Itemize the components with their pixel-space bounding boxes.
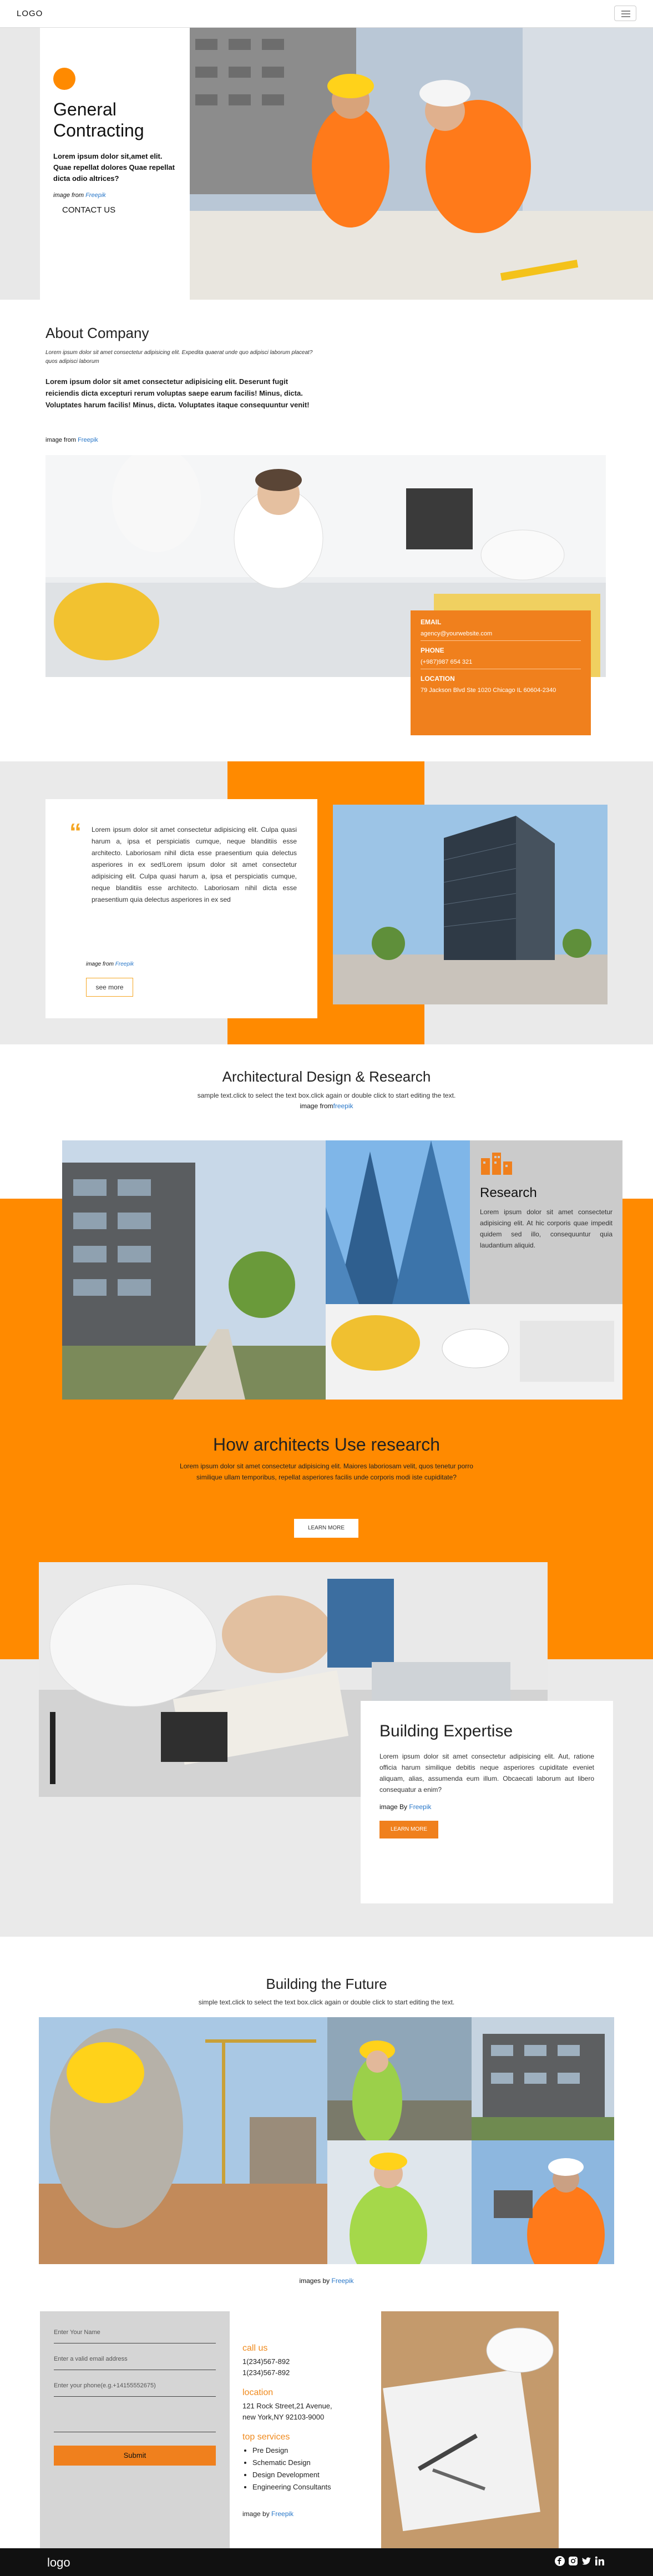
hero-title: General Contracting <box>53 99 144 140</box>
blueprint-tools-photo <box>381 2311 559 2550</box>
service-item: Engineering Consultants <box>252 2481 376 2493</box>
service-item: Pre Design <box>252 2444 376 2457</box>
phone-field[interactable]: Enter your phone(e.g.+14155552675) <box>54 2370 216 2397</box>
learn-more-button[interactable]: LEARN MORE <box>294 1519 358 1538</box>
hamburger-menu-icon[interactable] <box>614 6 636 21</box>
how-text: Lorem ipsum dolor sit amet consectetur a… <box>180 1462 473 1481</box>
glass-towers-photo <box>326 1140 470 1304</box>
phone-number-1[interactable]: 1(234)567-892 <box>242 2357 376 2367</box>
service-item: Schematic Design <box>252 2457 376 2469</box>
future-credit: images by Freepik <box>299 2277 354 2285</box>
freepik-link[interactable]: Freepik <box>271 2510 293 2518</box>
female-engineer-photo <box>327 2017 472 2140</box>
instagram-icon[interactable] <box>568 2556 578 2566</box>
contact-us-button[interactable]: CONTACT US <box>53 205 176 215</box>
orange-dot-icon <box>53 68 75 90</box>
research-title: Research <box>480 1185 537 1200</box>
about-text: Lorem ipsum dolor sit amet consectetur a… <box>45 377 310 409</box>
freepik-link[interactable]: Freepik <box>409 1803 431 1811</box>
about-subtitle: Lorem ipsum dolor sit amet consectetur a… <box>45 350 313 365</box>
call-heading: call us <box>242 2343 268 2353</box>
address-line-1: 121 Rock Street,21 Avenue, <box>242 2402 332 2410</box>
services-list: Pre Design Schematic Design Design Devel… <box>242 2444 376 2493</box>
future-subtitle: simple text.click to select the text box… <box>198 1998 455 2006</box>
location-label: LOCATION <box>421 675 455 683</box>
contact-info-box: EMAIL agency@yourwebsite.com PHONE (+987… <box>411 610 591 735</box>
submit-button[interactable]: Submit <box>54 2446 216 2466</box>
about-credit: image from Freepik <box>45 437 98 443</box>
facebook-icon[interactable] <box>555 2556 565 2566</box>
footer: logo <box>0 2548 653 2576</box>
hero-text: Lorem ipsum dolor sit,amet elit. Quae re… <box>53 152 175 183</box>
twitter-icon[interactable] <box>581 2556 591 2566</box>
site-logo[interactable]: LOGO <box>17 9 43 18</box>
expertise-title: Building Expertise <box>379 1722 513 1740</box>
expertise-text: Lorem ipsum dolor sit amet consectetur a… <box>379 1752 594 1794</box>
linkedin-icon[interactable] <box>595 2556 605 2566</box>
freepik-link[interactable]: Freepik <box>332 2277 354 2285</box>
footer-logo[interactable]: logo <box>47 2555 70 2570</box>
research-text: Lorem ipsum dolor sit amet consectetur a… <box>480 1208 612 1249</box>
location-value: 79 Jackson Blvd Ste 1020 Chicago IL 6060… <box>421 687 556 694</box>
office-building-photo <box>333 805 608 1004</box>
about-title: About Company <box>45 325 149 341</box>
message-field[interactable] <box>54 2397 216 2432</box>
hero-credit: image from Freepik <box>53 192 106 199</box>
hero-card: General Contracting Lorem ipsum dolor si… <box>40 28 190 300</box>
freepik-link[interactable]: Freepik <box>78 437 98 443</box>
quote-icon: “ <box>69 819 82 846</box>
email-label: EMAIL <box>421 618 442 626</box>
future-title: Building the Future <box>266 1976 387 1992</box>
service-item: Design Development <box>252 2469 376 2481</box>
apartments-photo <box>472 2017 614 2140</box>
contact-info-column: call us 1(234)567-892 1(234)567-892 loca… <box>242 2311 376 2550</box>
see-more-button[interactable]: see more <box>86 978 133 997</box>
phone-label: PHONE <box>421 646 444 654</box>
expertise-credit: image By Freepik <box>379 1803 432 1811</box>
quote-credit: image from Freepik <box>86 961 134 967</box>
info-credit: image by Freepik <box>242 2510 294 2518</box>
email-field[interactable]: Enter a valid email address <box>54 2343 216 2370</box>
buildings-icon <box>481 1153 512 1175</box>
phone-value[interactable]: (+987)987 654 321 <box>421 658 581 666</box>
name-field[interactable]: Enter Your Name <box>54 2317 216 2343</box>
engineer-vest-photo <box>327 2140 472 2264</box>
blueprint-desk-photo <box>326 1304 622 1400</box>
apartment-building-photo <box>62 1140 326 1400</box>
quote-text: Lorem ipsum dolor sit amet consectetur a… <box>92 826 297 903</box>
arch-credit: image fromfreepik <box>300 1102 353 1110</box>
research-box: Research Lorem ipsum dolor sit amet cons… <box>470 1140 622 1304</box>
contact-form: Enter Your Name Enter a valid email addr… <box>40 2311 230 2550</box>
top-header: LOGO <box>0 0 653 28</box>
expertise-learn-more-button[interactable]: LEARN MORE <box>379 1821 438 1838</box>
expertise-card: Building Expertise Lorem ipsum dolor sit… <box>361 1701 613 1903</box>
freepik-link[interactable]: freepik <box>333 1102 353 1110</box>
location-heading: location <box>242 2388 274 2397</box>
how-title: How architects Use research <box>212 1435 441 1454</box>
worker-helmet-photo <box>39 2017 327 2264</box>
freepik-link[interactable]: Freepik <box>85 192 106 199</box>
worker-tablet-photo <box>472 2140 614 2264</box>
services-heading: top services <box>242 2432 290 2442</box>
arch-subtitle: sample text.click to select the text box… <box>197 1092 456 1099</box>
address-line-2: new York,NY 92103-9000 <box>242 2413 325 2421</box>
arch-title: Architectural Design & Research <box>222 1068 431 1085</box>
hero-construction-photo <box>190 28 653 300</box>
freepik-link[interactable]: Freepik <box>115 961 134 967</box>
email-value[interactable]: agency@yourwebsite.com <box>421 629 581 638</box>
phone-number-2[interactable]: 1(234)567-892 <box>242 2368 376 2378</box>
